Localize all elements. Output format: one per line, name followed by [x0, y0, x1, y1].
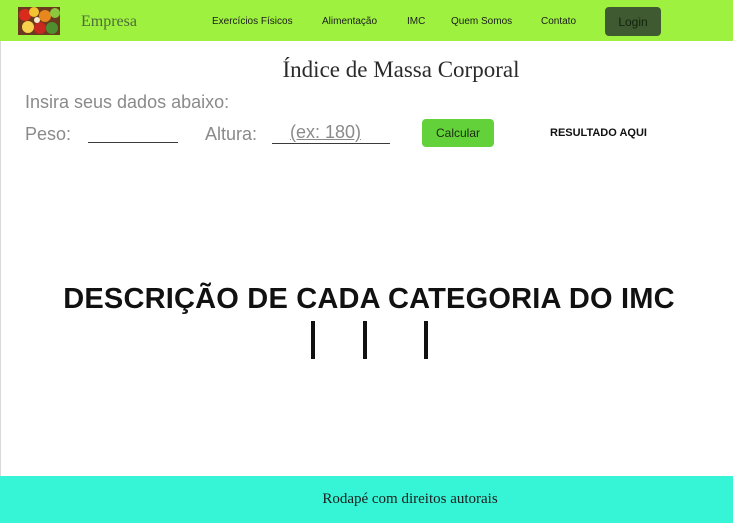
nav-item-contato[interactable]: Contato	[541, 16, 576, 27]
page-title: Índice de Massa Corporal	[282, 57, 520, 82]
nav-item-quem-somos[interactable]: Quem Somos	[451, 16, 512, 27]
nav-item-imc[interactable]: IMC	[407, 16, 425, 27]
brand-name[interactable]: Empresa	[81, 13, 137, 31]
calculate-button[interactable]: Calcular	[422, 119, 494, 147]
login-button[interactable]: Login	[605, 7, 661, 36]
nav-item-exercicios-fisicos[interactable]: Exercícios Físicos	[212, 16, 293, 27]
category-divider-2	[363, 321, 367, 359]
categories-heading: DESCRIÇÃO DE CADA CATEGORIA DO IMC	[63, 283, 675, 315]
result-text: RESULTADO AQUI	[550, 127, 647, 139]
footer: Rodapé com direitos autorais	[0, 476, 733, 523]
category-divider-3	[424, 321, 428, 359]
weight-input[interactable]	[88, 126, 178, 143]
form-instructions: Insira seus dados abaixo:	[25, 92, 230, 112]
height-label: Altura:	[205, 124, 258, 144]
category-divider-1	[311, 321, 315, 359]
nav-item-alimentacao[interactable]: Alimentação	[322, 16, 377, 27]
top-navbar: Empresa Exercícios Físicos Alimentação I…	[0, 0, 733, 41]
footer-copyright: Rodapé com direitos autorais	[322, 491, 498, 507]
weight-label: Peso:	[25, 124, 72, 144]
height-input[interactable]	[272, 122, 390, 144]
logo-image[interactable]	[18, 7, 60, 35]
